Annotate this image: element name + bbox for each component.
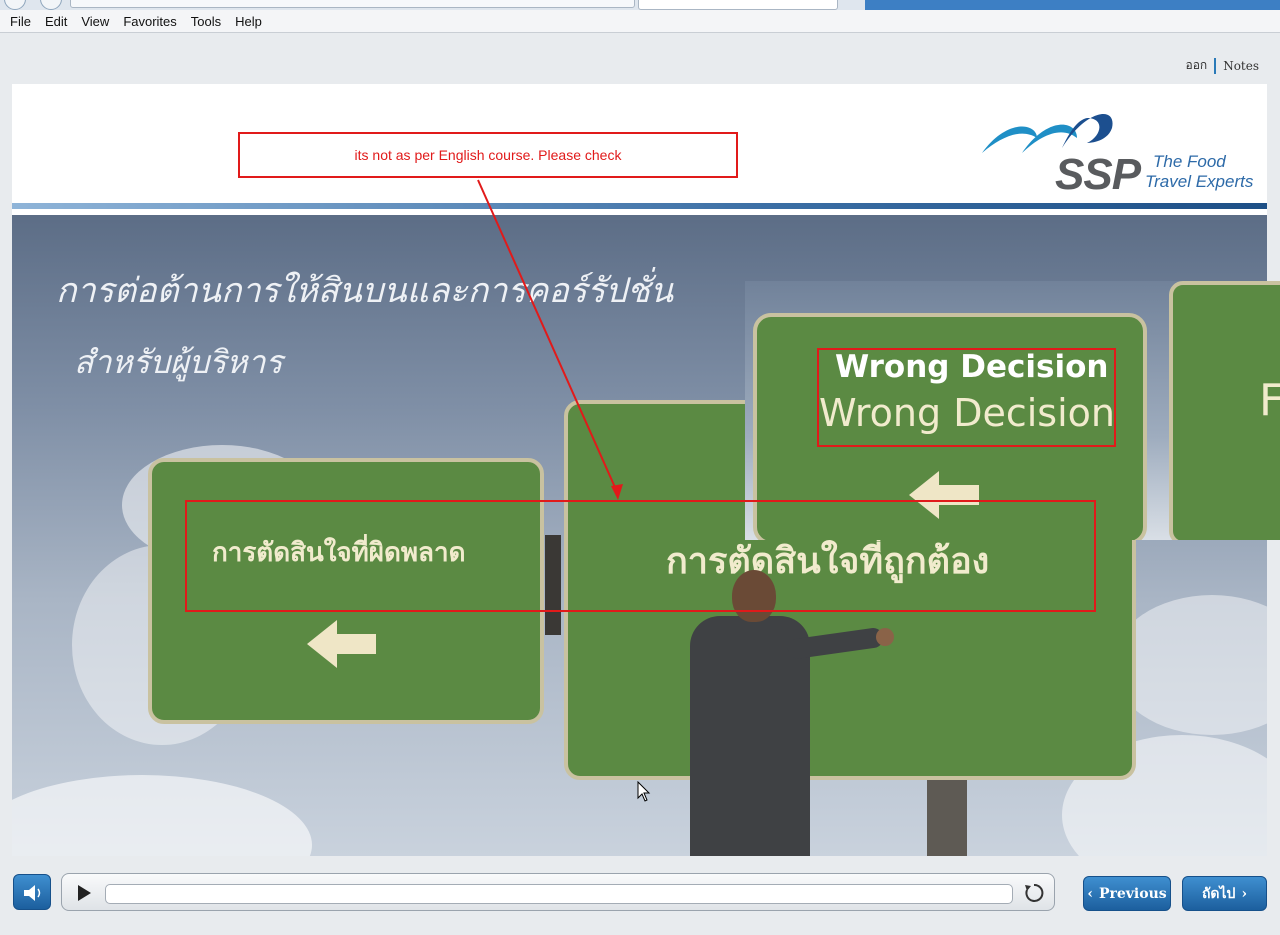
cloud [12, 775, 312, 856]
play-icon[interactable] [74, 883, 94, 903]
next-label: ถัดไป [1201, 885, 1236, 902]
slide-title-line-1: การต่อต้านการให้สินบนและการคอร์รัปชั่น [56, 271, 674, 311]
mouse-cursor-icon [637, 781, 651, 802]
next-button[interactable]: ถัดไป › [1182, 876, 1267, 911]
ssp-logo: SSP The Food Travel Experts [977, 98, 1257, 199]
menu-bar: File Edit View Favorites Tools Help [0, 10, 1280, 33]
window-titlebar [865, 0, 1280, 10]
english-sign-partial: F [1169, 281, 1280, 540]
menu-tools[interactable]: Tools [191, 14, 221, 29]
previous-label: Previous [1098, 885, 1167, 902]
player-top-links: ออก Notes [1186, 56, 1259, 75]
replay-icon[interactable] [1023, 882, 1045, 904]
address-bar[interactable] [70, 0, 635, 8]
arrow-left-icon [332, 634, 376, 654]
volume-button[interactable] [13, 874, 51, 910]
link-separator [1214, 57, 1217, 74]
review-comment: its not as per English course. Please ch… [238, 132, 738, 178]
menu-favorites[interactable]: Favorites [123, 14, 176, 29]
logo-tagline-1: The Food [1153, 152, 1226, 171]
back-button[interactable] [4, 0, 26, 10]
progress-track[interactable] [105, 884, 1013, 904]
browser-tab-active[interactable] [638, 0, 838, 10]
businessman-figure [690, 570, 894, 856]
partial-letter: F [1259, 375, 1280, 426]
header-stripe [12, 203, 1267, 209]
chevron-left-icon: ‹ [1087, 885, 1093, 902]
previous-button[interactable]: ‹ Previous [1083, 876, 1171, 911]
exit-link[interactable]: ออก [1186, 56, 1208, 75]
logo-brand: SSP [1055, 150, 1141, 199]
slide-title-line-2: สำหรับผู้บริหาร [74, 343, 283, 381]
player-controls: ‹ Previous ถัดไป › [0, 862, 1280, 935]
chevron-right-icon: › [1241, 885, 1248, 902]
logo-tagline-2: Travel Experts [1145, 172, 1254, 191]
review-comment-text: its not as per English course. Please ch… [354, 147, 622, 163]
menu-help[interactable]: Help [235, 14, 262, 29]
browser-tab-strip [0, 0, 1280, 10]
notes-link[interactable]: Notes [1223, 59, 1259, 73]
menu-view[interactable]: View [81, 14, 109, 29]
annotation-box-thai [185, 500, 1096, 612]
menu-file[interactable]: File [10, 14, 31, 29]
annotation-box-english [817, 348, 1116, 447]
menu-edit[interactable]: Edit [45, 14, 67, 29]
speaker-icon [24, 885, 41, 901]
seekbar-container [61, 873, 1055, 911]
sign-post [927, 775, 967, 856]
forward-button[interactable] [40, 0, 62, 10]
